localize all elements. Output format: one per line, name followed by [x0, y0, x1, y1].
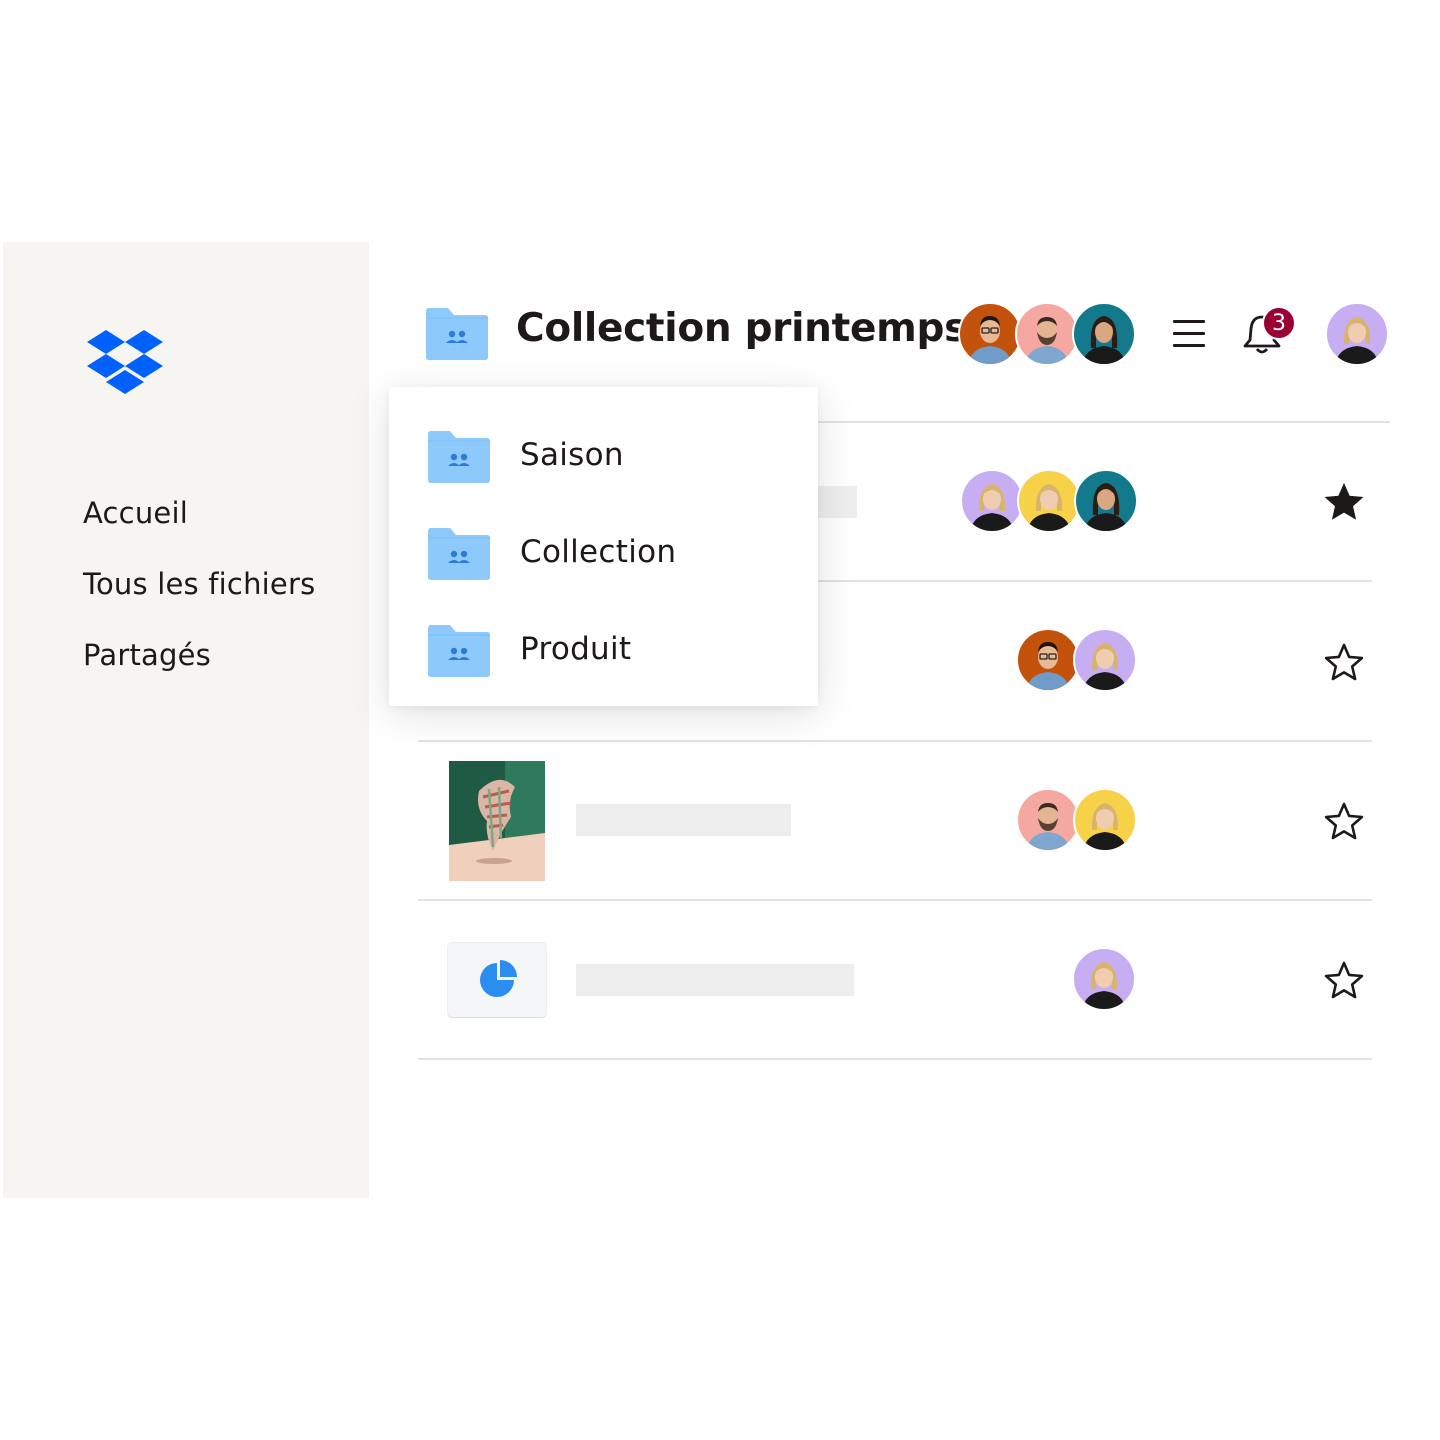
sidebar-item-partages[interactable]: Partagés: [83, 638, 211, 672]
sidebar: Accueil Tous les fichiers Partagés: [3, 242, 369, 1198]
avatar[interactable]: [1074, 469, 1138, 533]
file-name-placeholder: [576, 804, 791, 836]
avatar[interactable]: [1073, 628, 1137, 692]
avatar[interactable]: [1017, 469, 1081, 533]
avatar[interactable]: [1073, 788, 1137, 852]
shared-folder-icon: [428, 431, 490, 483]
star-outline-icon[interactable]: [1322, 958, 1366, 1002]
dropdown-item-label: Collection: [520, 534, 677, 570]
avatar[interactable]: [1072, 302, 1136, 366]
image-thumbnail[interactable]: [449, 761, 545, 881]
avatar[interactable]: [1072, 947, 1136, 1011]
divider: [818, 421, 1390, 423]
shared-folder-icon: [426, 308, 488, 360]
sidebar-item-accueil[interactable]: Accueil: [83, 496, 188, 530]
dropdown-item-label: Saison: [520, 437, 624, 473]
dropdown-item-collection[interactable]: Collection: [389, 514, 818, 594]
file-name-placeholder: [576, 964, 854, 996]
pie-chart-icon: [480, 960, 517, 997]
avatar[interactable]: [1016, 628, 1080, 692]
shared-folder-icon: [428, 528, 490, 580]
divider: [418, 740, 1372, 742]
shared-folder-icon: [428, 625, 490, 677]
chart-file-thumbnail[interactable]: [448, 943, 546, 1017]
divider: [418, 1058, 1372, 1060]
menu-icon[interactable]: [1173, 318, 1207, 350]
dropdown-item-produit[interactable]: Produit: [389, 611, 818, 691]
avatar[interactable]: [1015, 302, 1079, 366]
star-filled-icon[interactable]: [1322, 480, 1366, 524]
dropdown-item-label: Produit: [520, 631, 632, 667]
avatar[interactable]: [1016, 788, 1080, 852]
dropbox-logo[interactable]: [87, 330, 163, 394]
dropdown-item-saison[interactable]: Saison: [389, 417, 818, 497]
star-outline-icon[interactable]: [1322, 640, 1366, 684]
sidebar-item-tous-les-fichiers[interactable]: Tous les fichiers: [83, 567, 315, 601]
folder-dropdown-menu: Saison Collection Produit: [389, 387, 818, 706]
page-title: Collection printemps: [516, 306, 968, 351]
notification-badge: 3: [1262, 306, 1296, 340]
user-avatar[interactable]: [1325, 302, 1389, 366]
avatar[interactable]: [958, 302, 1022, 366]
avatar[interactable]: [960, 469, 1024, 533]
star-outline-icon[interactable]: [1322, 799, 1366, 843]
divider: [418, 899, 1372, 901]
